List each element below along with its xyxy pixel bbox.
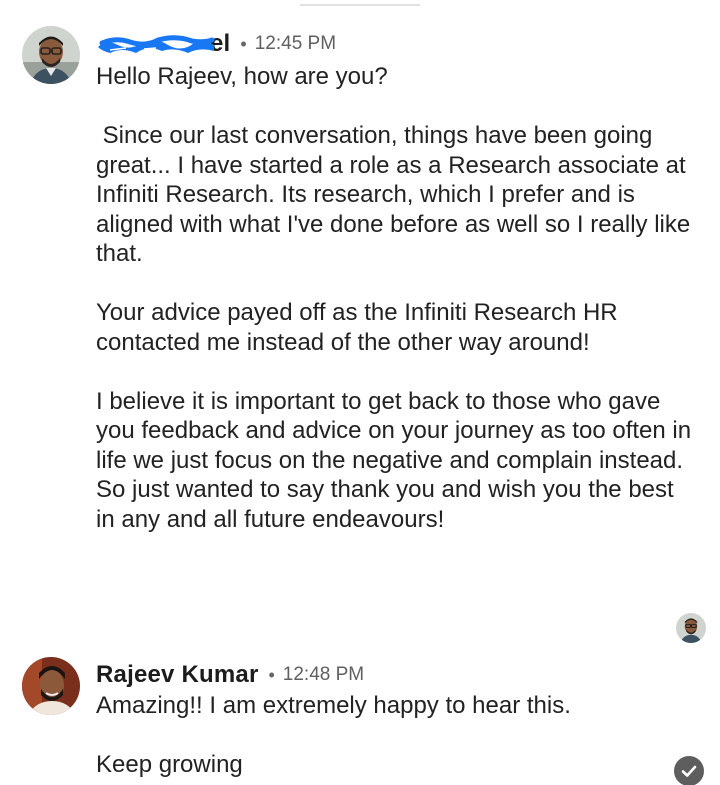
avatar-seen-receipt-icon [676, 613, 706, 643]
separator-dot: • [268, 664, 275, 685]
message-body: Amazing!! I am extremely happy to hear t… [96, 691, 696, 780]
redaction-scribble [96, 33, 216, 55]
message-paragraph: Keep growing [96, 751, 243, 778]
message-header: Rajeev Kumar • 12:48 PM [96, 661, 364, 689]
message-paragraph: I believe it is important to get back to… [96, 387, 698, 533]
message-paragraph: Hello Rajeev, how are you? [96, 63, 388, 90]
avatar[interactable] [22, 26, 80, 84]
message-header: el • 12:45 PM [96, 30, 336, 58]
avatar[interactable] [22, 657, 80, 715]
avatar-photo-icon [22, 26, 80, 84]
message-body: Hello Rajeev, how are you? Since our las… [96, 62, 696, 534]
message-paragraph: Amazing!! I am extremely happy to hear t… [96, 692, 571, 719]
message-thread: el • 12:45 PM Hello Rajeev, how are you?… [0, 0, 720, 785]
message-paragraph: Since our last conversation, things have… [96, 122, 697, 267]
timestamp: 12:48 PM [282, 664, 365, 685]
timestamp: 12:45 PM [254, 33, 337, 54]
message-paragraph: Your advice payed off as the Infiniti Re… [96, 299, 625, 356]
separator-dot: • [240, 33, 247, 54]
avatar-photo-icon [22, 657, 80, 715]
sender-name[interactable]: Rajeev Kumar [96, 661, 258, 689]
check-circle-icon [674, 756, 704, 785]
scroll-edge [300, 0, 420, 6]
